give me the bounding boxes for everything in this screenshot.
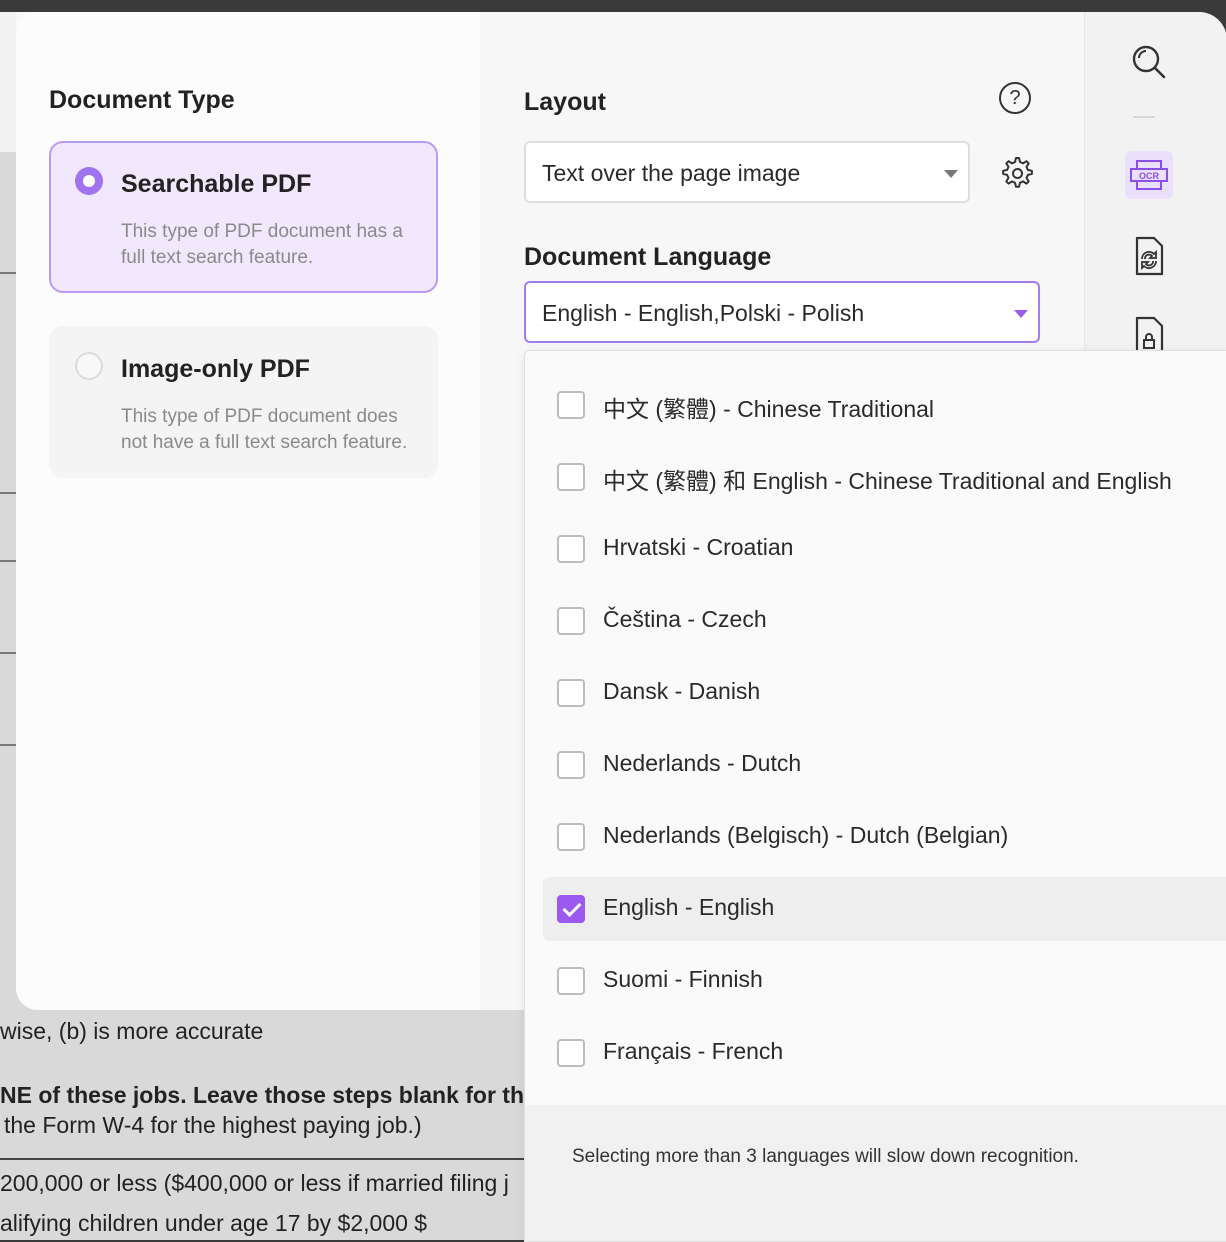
searchable-pdf-description: This type of PDF document has a full tex… [121,219,426,271]
language-limit-note: Selecting more than 3 languages will slo… [572,1146,1079,1168]
document-language-select[interactable]: English - English,Polski - Polish [524,281,1040,343]
language-option-label: Français - French [603,1038,783,1065]
language-option[interactable]: Nederlands - Dutch [543,733,1226,797]
gear-icon[interactable] [998,154,1034,190]
language-option-label: 中文 (繁體) - Chinese Traditional [603,390,934,424]
radio-selected-icon[interactable] [75,167,103,195]
layout-select[interactable]: Text over the page image [524,141,970,203]
language-option-label: Dansk - Danish [603,678,760,705]
language-option[interactable]: Čeština - Czech [543,589,1226,653]
searchable-pdf-option[interactable]: Searchable PDF This type of PDF document… [49,141,438,293]
svg-text:OCR: OCR [1139,171,1160,181]
document-language-value: English - English,Polski - Polish [542,300,864,327]
document-language-title: Document Language [524,243,771,272]
language-option[interactable]: Nederlands (Belgisch) - Dutch (Belgian) [543,805,1226,869]
doc-line-2: NE of these jobs. Leave those steps blan… [0,1082,537,1109]
language-option[interactable]: 中文 (繁體) 和 English - Chinese Traditional … [543,445,1226,509]
search-icon[interactable] [1125,38,1173,86]
language-option-label: Nederlands (Belgisch) - Dutch (Belgian) [603,822,1008,849]
checkbox[interactable] [557,823,585,851]
language-option-label: Suomi - Finnish [603,966,763,993]
doc-rule [0,652,16,654]
image-only-pdf-description: This type of PDF document does not have … [121,404,426,456]
language-option-label: English - English [603,894,774,921]
language-option[interactable]: 中文 (繁體) - Chinese Traditional [543,373,1226,437]
doc-rule [0,744,16,746]
checkbox[interactable] [557,967,585,995]
chevron-down-icon [944,170,958,178]
dropdown-footer: Selecting more than 3 languages will slo… [525,1105,1226,1241]
language-option-label: Hrvatski - Croatian [603,534,793,561]
ocr-icon[interactable]: OCR [1125,151,1173,199]
doc-line-4: 200,000 or less ($400,000 or less if mar… [0,1170,509,1197]
doc-rule [0,560,16,562]
doc-line-5: alifying children under age 17 by $2,000… [0,1210,427,1237]
language-option[interactable]: Dansk - Danish [543,661,1226,725]
chevron-down-icon [1014,310,1028,318]
checkbox[interactable] [557,463,585,491]
language-option-selected[interactable]: English - English [543,877,1226,941]
checkbox[interactable] [557,535,585,563]
document-type-pane: Document Type Searchable PDF This type o… [16,12,480,1010]
language-dropdown-list[interactable]: 中文 (繁體) - Chinese Traditional 中文 (繁體) 和 … [524,350,1226,1242]
checkbox[interactable] [557,607,585,635]
checkbox-checked[interactable] [557,895,585,923]
searchable-pdf-label: Searchable PDF [121,170,311,199]
language-option-label: 中文 (繁體) 和 English - Chinese Traditional … [603,462,1172,496]
doc-line-1: wise, (b) is more accurate [0,1018,263,1045]
image-only-pdf-label: Image-only PDF [121,355,310,384]
checkbox[interactable] [557,391,585,419]
radio-unselected-icon[interactable] [75,352,103,380]
toolbar-separator [1133,116,1155,118]
checkbox[interactable] [557,1039,585,1067]
language-option-label: Čeština - Czech [603,606,767,633]
layout-title: Layout [524,88,606,117]
doc-line-3: the Form W-4 for the highest paying job.… [4,1112,422,1139]
doc-rule [0,272,16,274]
doc-rule [0,492,16,494]
language-option-label: Nederlands - Dutch [603,750,801,777]
layout-select-value: Text over the page image [542,160,800,187]
question-circle-icon[interactable]: ? [999,82,1031,114]
checkbox[interactable] [557,679,585,707]
language-option[interactable]: Français - French [543,1021,1226,1085]
convert-icon[interactable] [1125,232,1173,280]
document-type-title: Document Type [49,86,235,115]
language-option[interactable]: Hrvatski - Croatian [543,517,1226,581]
doc-rule [0,1158,540,1160]
language-option[interactable]: Suomi - Finnish [543,949,1226,1013]
image-only-pdf-option[interactable]: Image-only PDF This type of PDF document… [49,326,438,478]
checkbox[interactable] [557,751,585,779]
